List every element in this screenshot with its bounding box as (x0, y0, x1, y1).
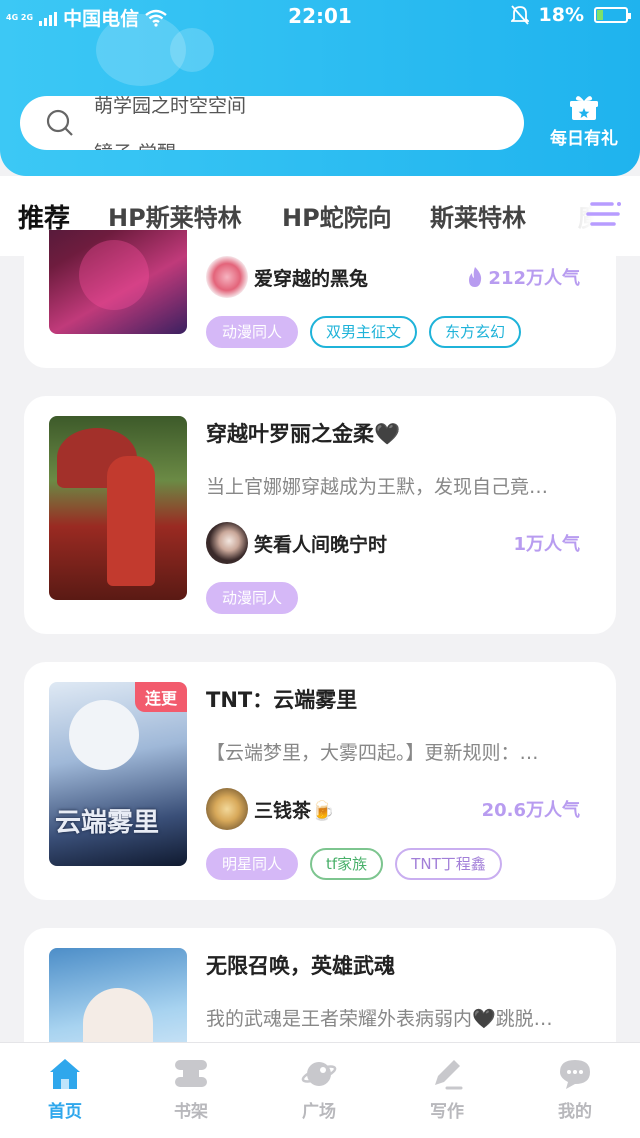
daily-gift-button[interactable]: 每日有礼 (536, 94, 632, 154)
tag[interactable]: 双男主征文 (310, 316, 418, 348)
battery-percent: 18% (538, 4, 584, 26)
menu-lines-icon (586, 202, 621, 226)
nav-bookshelf[interactable]: 书架 (146, 1057, 236, 1122)
nav-label: 写作 (430, 1102, 464, 1122)
bottom-nav: 首页 书架 广场 写作 我的 (0, 1042, 640, 1138)
tag[interactable]: 明星同人 (206, 848, 299, 880)
book-title[interactable]: 穿越叶罗丽之金柔🖤 (206, 418, 400, 448)
gift-icon (570, 96, 598, 120)
book-card[interactable]: 云端雾里 连更 TNT：云端雾里 【云端梦里，大雾四起。】更新规则：… 三钱茶🍺… (24, 662, 616, 900)
home-icon (50, 1059, 80, 1089)
author-name[interactable]: 爱穿越的黑兔 (254, 264, 368, 291)
gift-label: 每日有礼 (550, 129, 618, 149)
popularity: 1万人气 (513, 534, 580, 555)
tab-hp-snake-house[interactable]: HP蛇院向 (282, 198, 392, 233)
search-icon (46, 109, 73, 136)
decor-bubble (170, 28, 214, 72)
mute-bell-icon (510, 5, 529, 25)
tag-list: 动漫同人 双男主征文 东方玄幻 (206, 316, 522, 348)
tab-hp-slytherin[interactable]: HP斯莱特林 (108, 198, 242, 233)
tag[interactable]: TNT丁程鑫 (395, 848, 502, 880)
nav-home[interactable]: 首页 (20, 1057, 110, 1122)
popularity: 212万人气 (466, 264, 580, 290)
author-name[interactable]: 笑看人间晚宁时 (254, 530, 387, 557)
nav-label: 我的 (558, 1102, 592, 1122)
book-title[interactable]: TNT：云端雾里 (206, 684, 357, 714)
status-bar: 4G 2G 中国电信 22:01 18% (0, 0, 640, 32)
nav-square[interactable]: 广场 (274, 1057, 364, 1122)
book-card[interactable]: 穿越叶罗丽之金柔🖤 当上官娜娜穿越成为王默，发现自己竟… 笑看人间晚宁时 1万人… (24, 396, 616, 634)
planet-icon (301, 1062, 337, 1086)
book-description: 【云端梦里，大雾四起。】更新规则：… (206, 742, 539, 764)
search-rolling-hint-next: 镜子 觉醒 (94, 138, 474, 150)
tag-list: 明星同人 tf家族 TNT丁程鑫 (206, 848, 502, 880)
bookshelf-icon (175, 1060, 207, 1087)
book-cover (49, 416, 187, 600)
book-description: 我的武魂是王者荣耀外表病弱内🖤跳脱… (206, 1008, 553, 1030)
tag[interactable]: 动漫同人 (206, 582, 299, 614)
author-avatar (206, 788, 248, 830)
header: 4G 2G 中国电信 22:01 18% 萌学园之时空空间 镜子 觉醒 每日有礼 (0, 0, 640, 176)
nav-mine[interactable]: 我的 (530, 1057, 620, 1122)
author-name[interactable]: 三钱茶🍺 (254, 796, 335, 823)
flame-icon (469, 267, 482, 287)
tab-slytherin[interactable]: 斯莱特林 (430, 198, 526, 233)
badge: 连更 (134, 682, 187, 712)
book-cover (49, 230, 187, 334)
cover-art-text: 云端雾里 (55, 808, 160, 838)
tag[interactable]: tf家族 (310, 848, 384, 880)
nav-label: 书架 (174, 1102, 208, 1122)
tag-list: 动漫同人 (206, 582, 299, 614)
author-avatar (206, 522, 248, 564)
nav-write[interactable]: 写作 (402, 1057, 492, 1122)
popularity: 20.6万人气 (481, 800, 580, 821)
search-rolling-hint: 萌学园之时空空间 (94, 96, 247, 117)
search-bar[interactable]: 萌学园之时空空间 镜子 觉醒 (20, 96, 524, 150)
tag[interactable]: 东方玄幻 (429, 316, 522, 348)
popularity-count: 212万人气 (488, 268, 580, 289)
book-cover: 云端雾里 连更 (49, 682, 187, 866)
nav-label: 首页 (48, 1102, 82, 1122)
nav-label: 广场 (302, 1102, 336, 1122)
battery-icon (594, 7, 631, 23)
book-title[interactable]: 无限召唤，英雄武魂 (206, 950, 395, 980)
author-avatar (206, 256, 248, 298)
tag[interactable]: 动漫同人 (206, 316, 299, 348)
pen-icon (435, 1060, 463, 1090)
book-card[interactable]: 爱穿越的黑兔 212万人气 动漫同人 双男主征文 东方玄幻 (24, 230, 616, 368)
book-description: 当上官娜娜穿越成为王默，发现自己竟… (206, 476, 549, 498)
chat-icon (560, 1060, 590, 1089)
